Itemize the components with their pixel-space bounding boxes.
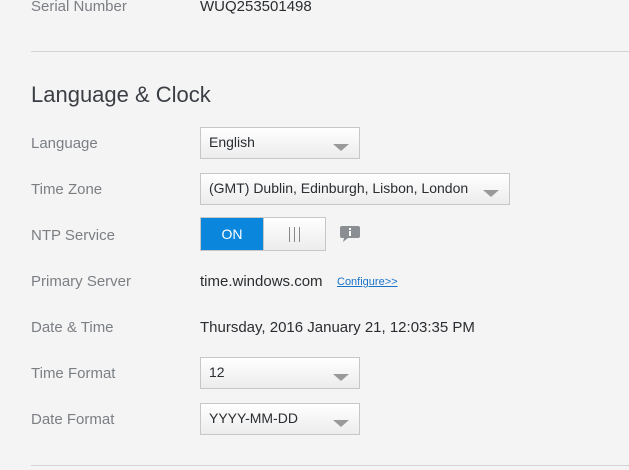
date-time-value: Thursday, 2016 January 21, 12:03:35 PM <box>200 319 475 336</box>
time-format-select[interactable]: 12 <box>200 357 360 389</box>
chevron-down-icon <box>333 374 349 381</box>
chevron-down-icon <box>333 144 349 151</box>
section-title: Language & Clock <box>31 82 211 107</box>
grip-line <box>294 227 295 242</box>
time-zone-label: Time Zone <box>31 181 103 198</box>
grip-line <box>299 227 300 242</box>
grip-line <box>289 227 290 242</box>
chevron-down-icon <box>333 420 349 427</box>
date-format-label: Date Format <box>31 411 115 428</box>
primary-server-value: time.windows.com <box>200 273 323 290</box>
language-label: Language <box>31 135 98 152</box>
info-icon[interactable] <box>339 225 361 243</box>
primary-server-label: Primary Server <box>31 273 132 290</box>
chevron-down-icon <box>483 190 499 197</box>
section-divider-top <box>31 51 629 52</box>
ntp-service-toggle[interactable]: ON <box>200 217 326 251</box>
date-time-label: Date & Time <box>31 319 114 336</box>
ntp-service-label: NTP Service <box>31 227 115 244</box>
toggle-grip[interactable] <box>263 218 325 250</box>
date-format-select[interactable]: YYYY-MM-DD <box>200 403 360 435</box>
date-format-select-value: YYYY-MM-DD <box>209 410 298 426</box>
time-zone-select-value: (GMT) Dublin, Edinburgh, Lisbon, London <box>209 180 469 196</box>
serial-number-value: WUQ253501498 <box>200 0 312 15</box>
serial-number-label: Serial Number <box>31 0 127 15</box>
language-select-value: English <box>209 134 255 150</box>
configure-link[interactable]: Configure>> <box>337 276 398 288</box>
time-format-label: Time Format <box>31 365 116 382</box>
section-divider-bottom <box>31 465 629 466</box>
language-select[interactable]: English <box>200 127 360 159</box>
time-format-select-value: 12 <box>209 364 225 380</box>
time-zone-select[interactable]: (GMT) Dublin, Edinburgh, Lisbon, London <box>200 173 510 205</box>
toggle-on-label: ON <box>201 218 263 250</box>
